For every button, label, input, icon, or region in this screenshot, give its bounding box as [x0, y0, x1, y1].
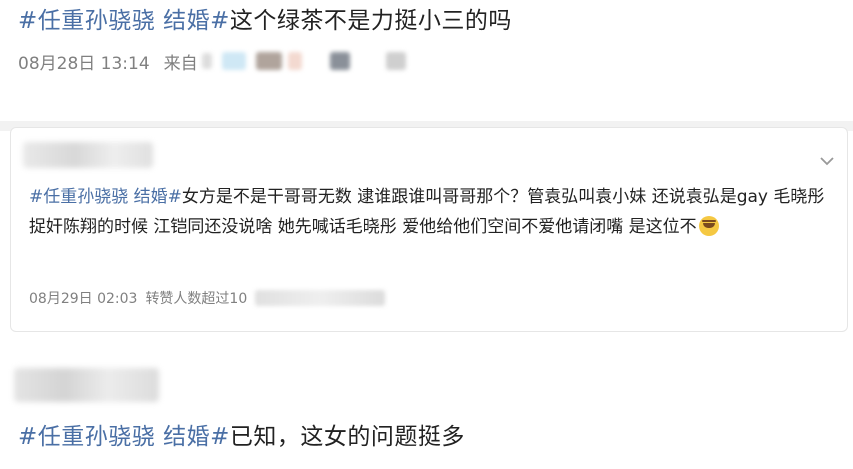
repost-count: 转赞人数超过10 [145, 291, 248, 307]
comment-card: #任重孙骁骁 结婚#女方是不是干哥哥无数 逮谁跟谁叫哥哥那个？管袁弘叫袁小妹 还… [10, 127, 848, 332]
post-1-meta: 08月28日 13:14 来自 [18, 50, 838, 74]
source-blurred [329, 52, 350, 70]
post-1: #任重孙骁骁 结婚#这个绿茶不是力挺小三的吗 08月28日 13:14 来自 [18, 6, 838, 74]
hashtag-link[interactable]: #任重孙骁骁 结婚# [18, 424, 230, 450]
comment-meta: 08月29日 02:03 转赞人数超过10 [29, 288, 386, 308]
user-name-blurred [23, 142, 153, 168]
chevron-down-icon[interactable] [819, 152, 835, 166]
post-3-text: #任重孙骁骁 结婚#已知，这女的问题挺多 [18, 422, 465, 452]
user-name-blurred [14, 368, 159, 402]
source-label: 来自 [163, 53, 198, 74]
source-blurred [255, 52, 282, 70]
source-blurred [287, 52, 302, 70]
post-1-text: #任重孙骁骁 结婚#这个绿茶不是力挺小三的吗 [18, 6, 838, 36]
hashtag-link[interactable]: #任重孙骁骁 结婚# [29, 187, 182, 207]
crying-face-icon [698, 216, 719, 236]
source-blurred [385, 52, 406, 70]
post-date: 08月28日 13:14 [18, 53, 150, 74]
hashtag-link[interactable]: #任重孙骁骁 结婚# [18, 8, 230, 34]
post-3-body: 已知，这女的问题挺多 [229, 424, 465, 450]
comment-date: 08月29日 02:03 [29, 291, 138, 307]
source-blurred [221, 52, 246, 70]
comment-text: #任重孙骁骁 结婚#女方是不是干哥哥无数 逮谁跟谁叫哥哥那个？管袁弘叫袁小妹 还… [29, 182, 829, 242]
source-blurred [255, 290, 386, 306]
source-blurred [201, 53, 212, 69]
post-1-body: 这个绿茶不是力挺小三的吗 [229, 8, 512, 34]
